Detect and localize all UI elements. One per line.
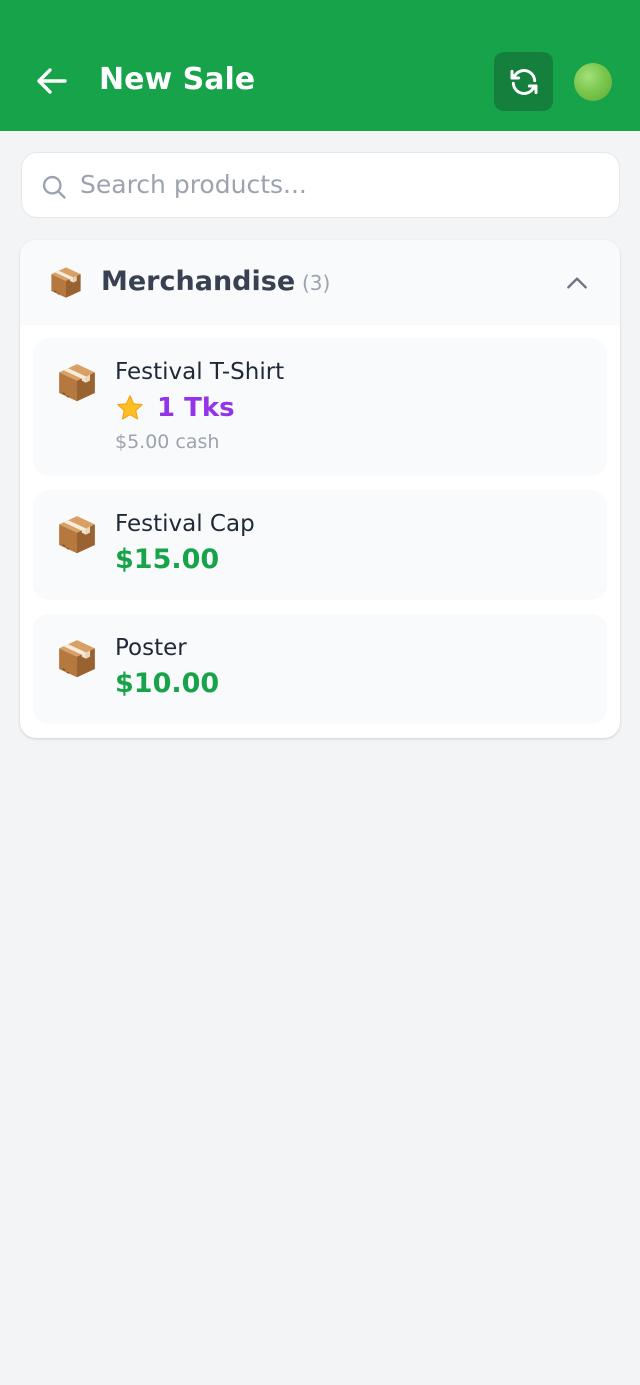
product-name: Festival Cap xyxy=(115,511,255,537)
search-box[interactable] xyxy=(21,152,620,218)
package-icon xyxy=(48,264,84,300)
category-count: (3) xyxy=(302,271,331,295)
product-cash-price: $5.00 cash xyxy=(115,431,220,453)
search-icon xyxy=(42,175,66,199)
category-section-merchandise: Merchandise (3) Festival T-Shirt 1 Tks $… xyxy=(20,240,620,738)
refresh-icon xyxy=(510,68,537,95)
arrow-left-icon xyxy=(37,68,67,94)
product-token-price: 1 Tks xyxy=(115,392,235,424)
product-card-poster[interactable]: Poster $10.00 xyxy=(33,614,607,724)
package-icon xyxy=(55,512,99,556)
category-header[interactable]: Merchandise (3) xyxy=(20,240,620,325)
star-icon xyxy=(117,395,143,420)
product-price: $15.00 xyxy=(115,544,220,575)
product-name: Festival T-Shirt xyxy=(115,359,285,385)
back-button[interactable] xyxy=(30,62,74,100)
category-name: Merchandise xyxy=(101,266,296,297)
package-icon xyxy=(55,360,99,404)
product-price: $10.00 xyxy=(115,668,220,699)
chevron-up-icon[interactable] xyxy=(564,270,590,296)
app-header: New Sale xyxy=(0,0,640,131)
package-icon xyxy=(55,636,99,680)
search-input[interactable] xyxy=(80,153,600,216)
product-card-festival-cap[interactable]: Festival Cap $15.00 xyxy=(33,490,607,600)
page-title: New Sale xyxy=(99,62,256,97)
sync-button[interactable] xyxy=(494,52,553,111)
token-price-label: 1 Tks xyxy=(157,393,235,423)
product-name: Poster xyxy=(115,635,187,661)
online-status-dot xyxy=(574,63,612,101)
product-card-festival-t-shirt[interactable]: Festival T-Shirt 1 Tks $5.00 cash xyxy=(33,338,607,476)
